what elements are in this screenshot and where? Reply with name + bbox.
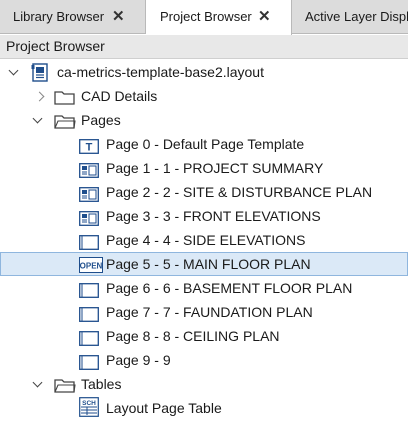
chevron-down-icon[interactable] [31,372,45,396]
page-label: Page 2 - 2 - SITE & DISTURBANCE PLAN [106,184,373,200]
tree-folder-pages[interactable]: Pages [0,108,408,132]
page-label: Page 8 - 8 - CEILING PLAN [106,328,280,344]
tree-folder-label: Pages [81,112,121,128]
tree-page-item[interactable]: T Page 0 - Default Page Template [0,132,408,156]
tree-page-item[interactable]: Page 8 - 8 - CEILING PLAN [0,324,408,348]
svg-text:SCH: SCH [82,400,96,407]
panel-title: Project Browser [0,35,408,59]
page-label: Page 0 - Default Page Template [106,136,305,152]
page-label: Page 7 - 7 - FAUNDATION PLAN [106,304,313,320]
tree-root[interactable]: ca-metrics-template-base2.layout [0,60,408,84]
tree-page-item[interactable]: Page 9 - 9 [0,348,408,372]
tree-page-item[interactable]: Page 4 - 4 - SIDE ELEVATIONS [0,228,408,252]
svg-text:OPEN: OPEN [80,262,103,271]
tree-folder-label: Tables [81,376,122,392]
page-label: Page 1 - 1 - PROJECT SUMMARY [106,160,324,176]
tree-root-label: ca-metrics-template-base2.layout [57,64,264,80]
tree-page-item[interactable]: Page 1 - 1 - PROJECT SUMMARY [0,156,408,180]
tab-active-layer-display[interactable]: Active Layer Displa [292,0,408,34]
chevron-down-icon[interactable] [31,108,45,132]
tree-page-item[interactable]: Page 6 - 6 - BASEMENT FLOOR PLAN [0,276,408,300]
schedule-icon: SCH [79,397,99,424]
tab-label: Library Browser [13,9,105,24]
page-label: Page 4 - 4 - SIDE ELEVATIONS [106,232,306,248]
close-icon[interactable]: ✕ [258,0,271,34]
tab-project-browser[interactable]: Project Browser ✕ [146,0,292,35]
page-label: Page 6 - 6 - BASEMENT FLOOR PLAN [106,280,353,296]
tree-page-item[interactable]: Page 2 - 2 - SITE & DISTURBANCE PLAN [0,180,408,204]
svg-text:T: T [86,142,93,154]
tree-page-item-selected[interactable]: OPEN Page 5 - 5 - MAIN FLOOR PLAN [0,252,408,276]
chevron-down-icon[interactable] [7,60,21,84]
tree-folder-label: CAD Details [81,88,158,104]
page-label: Page 5 - 5 - MAIN FLOOR PLAN [106,256,311,272]
tab-label: Active Layer Displa [305,9,408,24]
page-label: Page 3 - 3 - FRONT ELEVATIONS [106,208,321,224]
tree-page-item[interactable]: Page 3 - 3 - FRONT ELEVATIONS [0,204,408,228]
chevron-right-icon[interactable] [35,84,49,108]
tree-folder-cad-details[interactable]: CAD Details [0,84,408,108]
tab-library-browser[interactable]: Library Browser ✕ [0,0,146,34]
tree-folder-tables[interactable]: Tables [0,372,408,396]
tree-page-item[interactable]: Page 7 - 7 - FAUNDATION PLAN [0,300,408,324]
tab-bar: Library Browser ✕ Project Browser ✕ Acti… [0,0,408,35]
page-label: Page 9 - 9 [106,352,171,368]
close-icon[interactable]: ✕ [112,0,125,34]
tree-table-item[interactable]: SCH Layout Page Table [0,396,408,420]
tab-label: Project Browser [160,9,252,24]
table-label: Layout Page Table [106,400,222,416]
